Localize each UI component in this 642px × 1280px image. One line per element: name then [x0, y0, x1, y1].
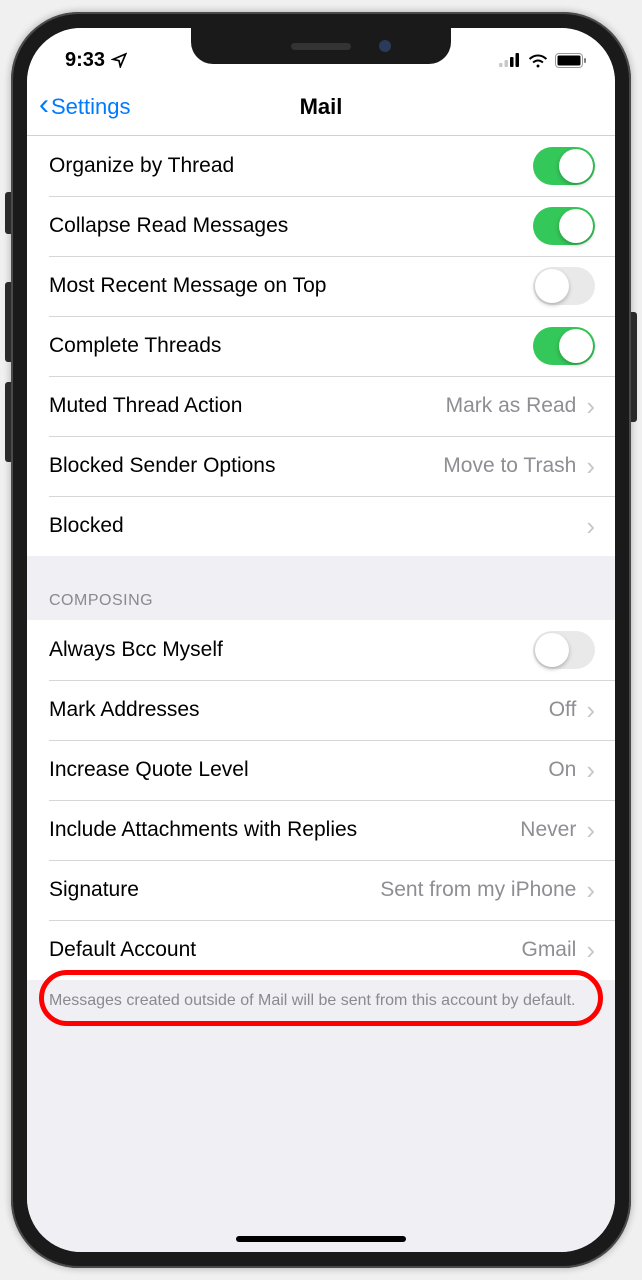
toggle-complete[interactable] [533, 327, 595, 365]
cellular-icon [499, 53, 521, 67]
toggle-collapse[interactable] [533, 207, 595, 245]
chevron-right-icon: › [586, 755, 595, 786]
page-title: Mail [300, 94, 343, 120]
row-organize-by-thread[interactable]: Organize by Thread [27, 136, 615, 196]
row-value: Gmail [521, 938, 576, 962]
chevron-right-icon: › [586, 391, 595, 422]
location-icon [111, 52, 127, 68]
row-label: Complete Threads [49, 334, 533, 358]
toggle-bcc[interactable] [533, 631, 595, 669]
back-label: Settings [51, 94, 131, 120]
row-label: Signature [49, 878, 380, 902]
screen: 9:33 ‹ Settings Mail Organize by Thread [27, 28, 615, 1252]
toggle-organize[interactable] [533, 147, 595, 185]
battery-icon [555, 53, 587, 68]
row-mark-addresses[interactable]: Mark Addresses Off › [27, 680, 615, 740]
row-default-account[interactable]: Default Account Gmail › [27, 920, 615, 980]
toggle-recent-top[interactable] [533, 267, 595, 305]
row-label: Blocked Sender Options [49, 454, 443, 478]
composing-header: COMPOSING [27, 556, 615, 620]
composing-group: Always Bcc Myself Mark Addresses Off › I… [27, 620, 615, 980]
row-increase-quote[interactable]: Increase Quote Level On › [27, 740, 615, 800]
home-indicator[interactable] [236, 1236, 406, 1242]
chevron-right-icon: › [586, 511, 595, 542]
row-label: Default Account [49, 938, 521, 962]
status-time: 9:33 [65, 49, 105, 72]
row-value: On [548, 758, 576, 782]
row-label: Organize by Thread [49, 154, 533, 178]
row-collapse-read[interactable]: Collapse Read Messages [27, 196, 615, 256]
row-label: Increase Quote Level [49, 758, 548, 782]
phone-frame: 9:33 ‹ Settings Mail Organize by Thread [11, 12, 631, 1268]
row-complete-threads[interactable]: Complete Threads [27, 316, 615, 376]
default-account-footer: Messages created outside of Mail will be… [27, 980, 615, 1026]
row-label: Collapse Read Messages [49, 214, 533, 238]
row-label: Always Bcc Myself [49, 638, 533, 662]
wifi-icon [528, 53, 548, 68]
threading-group: Organize by Thread Collapse Read Message… [27, 136, 615, 556]
row-blocked[interactable]: Blocked › [27, 496, 615, 556]
row-muted-action[interactable]: Muted Thread Action Mark as Read › [27, 376, 615, 436]
chevron-right-icon: › [586, 815, 595, 846]
settings-content[interactable]: Organize by Thread Collapse Read Message… [27, 136, 615, 1252]
row-value: Off [549, 698, 577, 722]
row-label: Include Attachments with Replies [49, 818, 520, 842]
row-label: Blocked [49, 514, 584, 538]
row-always-bcc[interactable]: Always Bcc Myself [27, 620, 615, 680]
row-include-attachments[interactable]: Include Attachments with Replies Never › [27, 800, 615, 860]
row-label: Muted Thread Action [49, 394, 446, 418]
row-blocked-options[interactable]: Blocked Sender Options Move to Trash › [27, 436, 615, 496]
chevron-right-icon: › [586, 875, 595, 906]
row-label: Mark Addresses [49, 698, 549, 722]
chevron-left-icon: ‹ [39, 90, 49, 120]
nav-bar: ‹ Settings Mail [27, 78, 615, 136]
row-value: Move to Trash [443, 454, 576, 478]
row-value: Mark as Read [446, 394, 577, 418]
notch [191, 28, 451, 64]
chevron-right-icon: › [586, 451, 595, 482]
row-signature[interactable]: Signature Sent from my iPhone › [27, 860, 615, 920]
row-label: Most Recent Message on Top [49, 274, 533, 298]
row-value: Sent from my iPhone [380, 878, 576, 902]
back-button[interactable]: ‹ Settings [39, 93, 131, 120]
chevron-right-icon: › [586, 935, 595, 966]
row-recent-on-top[interactable]: Most Recent Message on Top [27, 256, 615, 316]
chevron-right-icon: › [586, 695, 595, 726]
row-value: Never [520, 818, 576, 842]
